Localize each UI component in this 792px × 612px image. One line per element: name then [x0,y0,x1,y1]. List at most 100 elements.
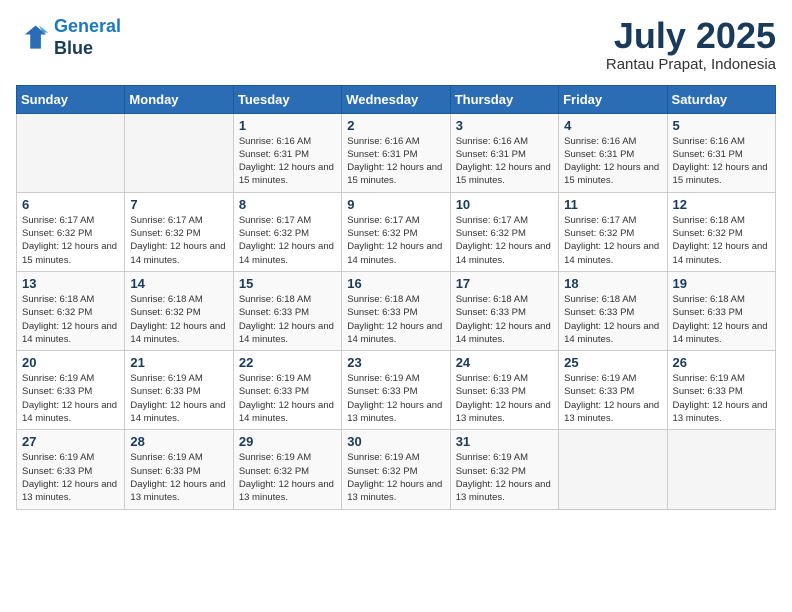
day-number: 27 [22,434,119,449]
day-number: 12 [673,197,770,212]
calendar-cell: 7 Sunrise: 6:17 AM Sunset: 6:32 PM Daylig… [125,192,233,271]
day-info: Sunrise: 6:16 AM Sunset: 6:31 PM Dayligh… [239,135,336,188]
calendar-cell [17,113,125,192]
day-info: Sunrise: 6:16 AM Sunset: 6:31 PM Dayligh… [456,135,553,188]
calendar-cell: 29 Sunrise: 6:19 AM Sunset: 6:32 PM Dayli… [233,430,341,509]
day-info: Sunrise: 6:19 AM Sunset: 6:33 PM Dayligh… [456,372,553,425]
day-number: 23 [347,355,444,370]
day-of-week-header: Monday [125,85,233,113]
day-number: 21 [130,355,227,370]
day-number: 4 [564,118,661,133]
day-number: 29 [239,434,336,449]
calendar-cell: 21 Sunrise: 6:19 AM Sunset: 6:33 PM Dayli… [125,351,233,430]
calendar-cell: 1 Sunrise: 6:16 AM Sunset: 6:31 PM Daylig… [233,113,341,192]
day-number: 11 [564,197,661,212]
calendar-cell: 22Sunrise: 6:19 AM Sunset: 6:33 PM Dayli… [233,351,341,430]
day-of-week-header: Tuesday [233,85,341,113]
day-info: Sunrise: 6:18 AM Sunset: 6:32 PM Dayligh… [673,214,770,267]
day-number: 22 [239,355,336,370]
location: Rantau Prapat, Indonesia [606,56,776,73]
day-number: 5 [673,118,770,133]
day-info: Sunrise: 6:17 AM Sunset: 6:32 PM Dayligh… [130,214,227,267]
day-number: 31 [456,434,553,449]
day-info: Sunrise: 6:19 AM Sunset: 6:33 PM Dayligh… [564,372,661,425]
day-number: 7 [130,197,227,212]
calendar-cell: 6Sunrise: 6:17 AM Sunset: 6:32 PM Daylig… [17,192,125,271]
day-info: Sunrise: 6:19 AM Sunset: 6:33 PM Dayligh… [130,372,227,425]
calendar-cell: 18 Sunrise: 6:18 AM Sunset: 6:33 PM Dayli… [559,271,667,350]
logo-text: General Blue [54,16,121,59]
logo: General Blue [16,16,121,59]
day-info: Sunrise: 6:19 AM Sunset: 6:33 PM Dayligh… [673,372,770,425]
day-number: 8 [239,197,336,212]
calendar-cell [125,113,233,192]
day-info: Sunrise: 6:18 AM Sunset: 6:33 PM Dayligh… [239,293,336,346]
day-info: Sunrise: 6:19 AM Sunset: 6:33 PM Dayligh… [22,372,119,425]
day-info: Sunrise: 6:18 AM Sunset: 6:33 PM Dayligh… [673,293,770,346]
day-number: 16 [347,276,444,291]
day-number: 18 [564,276,661,291]
day-number: 3 [456,118,553,133]
day-number: 26 [673,355,770,370]
day-number: 1 [239,118,336,133]
calendar-cell: 30 Sunrise: 6:19 AM Sunset: 6:32 PM Dayli… [342,430,450,509]
calendar-cell: 31 Sunrise: 6:19 AM Sunset: 6:32 PM Dayli… [450,430,558,509]
calendar-cell: 9 Sunrise: 6:17 AM Sunset: 6:32 PM Daylig… [342,192,450,271]
calendar-cell: 12 Sunrise: 6:18 AM Sunset: 6:32 PM Dayli… [667,192,775,271]
day-info: Sunrise: 6:16 AM Sunset: 6:31 PM Dayligh… [564,135,661,188]
calendar-cell: 25 Sunrise: 6:19 AM Sunset: 6:33 PM Dayli… [559,351,667,430]
calendar-week-row: 27 Sunrise: 6:19 AM Sunset: 6:33 PM Dayli… [17,430,776,509]
title-block: July 2025 Rantau Prapat, Indonesia [606,16,776,73]
day-number: 15 [239,276,336,291]
calendar-table: SundayMondayTuesdayWednesdayThursdayFrid… [16,85,776,510]
calendar-cell: 8 Sunrise: 6:17 AM Sunset: 6:32 PM Daylig… [233,192,341,271]
day-info: Sunrise: 6:19 AM Sunset: 6:32 PM Dayligh… [239,451,336,504]
calendar-cell [559,430,667,509]
day-info: Sunrise: 6:19 AM Sunset: 6:33 PM Dayligh… [22,451,119,504]
day-info: Sunrise: 6:18 AM Sunset: 6:32 PM Dayligh… [22,293,119,346]
calendar-cell: 11 Sunrise: 6:17 AM Sunset: 6:32 PM Dayli… [559,192,667,271]
day-info: Sunrise: 6:17 AM Sunset: 6:32 PM Dayligh… [22,214,119,267]
day-info: Sunrise: 6:18 AM Sunset: 6:32 PM Dayligh… [130,293,227,346]
day-info: Sunrise: 6:17 AM Sunset: 6:32 PM Dayligh… [564,214,661,267]
calendar-cell: 15 Sunrise: 6:18 AM Sunset: 6:33 PM Dayli… [233,271,341,350]
calendar-cell: 17 Sunrise: 6:18 AM Sunset: 6:33 PM Dayli… [450,271,558,350]
day-number: 25 [564,355,661,370]
calendar-cell: 27 Sunrise: 6:19 AM Sunset: 6:33 PM Dayli… [17,430,125,509]
day-info: Sunrise: 6:19 AM Sunset: 6:33 PM Dayligh… [347,372,444,425]
day-info: Sunrise: 6:16 AM Sunset: 6:31 PM Dayligh… [673,135,770,188]
logo-icon [16,22,48,54]
day-number: 20 [22,355,119,370]
calendar-week-row: 13Sunrise: 6:18 AM Sunset: 6:32 PM Dayli… [17,271,776,350]
calendar-cell: 19 Sunrise: 6:18 AM Sunset: 6:33 PM Dayli… [667,271,775,350]
day-number: 9 [347,197,444,212]
day-number: 19 [673,276,770,291]
calendar-cell: 13Sunrise: 6:18 AM Sunset: 6:32 PM Dayli… [17,271,125,350]
day-number: 24 [456,355,553,370]
calendar-cell: 14 Sunrise: 6:18 AM Sunset: 6:32 PM Dayli… [125,271,233,350]
day-info: Sunrise: 6:18 AM Sunset: 6:33 PM Dayligh… [347,293,444,346]
calendar-cell: 2Sunrise: 6:16 AM Sunset: 6:31 PM Daylig… [342,113,450,192]
day-info: Sunrise: 6:18 AM Sunset: 6:33 PM Dayligh… [564,293,661,346]
day-of-week-header: Sunday [17,85,125,113]
day-info: Sunrise: 6:19 AM Sunset: 6:32 PM Dayligh… [347,451,444,504]
calendar-header-row: SundayMondayTuesdayWednesdayThursdayFrid… [17,85,776,113]
calendar-week-row: 6Sunrise: 6:17 AM Sunset: 6:32 PM Daylig… [17,192,776,271]
day-info: Sunrise: 6:16 AM Sunset: 6:31 PM Dayligh… [347,135,444,188]
day-number: 14 [130,276,227,291]
day-info: Sunrise: 6:19 AM Sunset: 6:33 PM Dayligh… [130,451,227,504]
day-info: Sunrise: 6:19 AM Sunset: 6:32 PM Dayligh… [456,451,553,504]
day-number: 28 [130,434,227,449]
day-info: Sunrise: 6:17 AM Sunset: 6:32 PM Dayligh… [456,214,553,267]
day-number: 17 [456,276,553,291]
day-info: Sunrise: 6:17 AM Sunset: 6:32 PM Dayligh… [347,214,444,267]
calendar-cell [667,430,775,509]
day-info: Sunrise: 6:18 AM Sunset: 6:33 PM Dayligh… [456,293,553,346]
page-header: General Blue July 2025 Rantau Prapat, In… [16,16,776,73]
calendar-cell: 10Sunrise: 6:17 AM Sunset: 6:32 PM Dayli… [450,192,558,271]
calendar-cell: 23 Sunrise: 6:19 AM Sunset: 6:33 PM Dayli… [342,351,450,430]
day-of-week-header: Wednesday [342,85,450,113]
day-info: Sunrise: 6:17 AM Sunset: 6:32 PM Dayligh… [239,214,336,267]
day-number: 30 [347,434,444,449]
calendar-cell: 5 Sunrise: 6:16 AM Sunset: 6:31 PM Daylig… [667,113,775,192]
